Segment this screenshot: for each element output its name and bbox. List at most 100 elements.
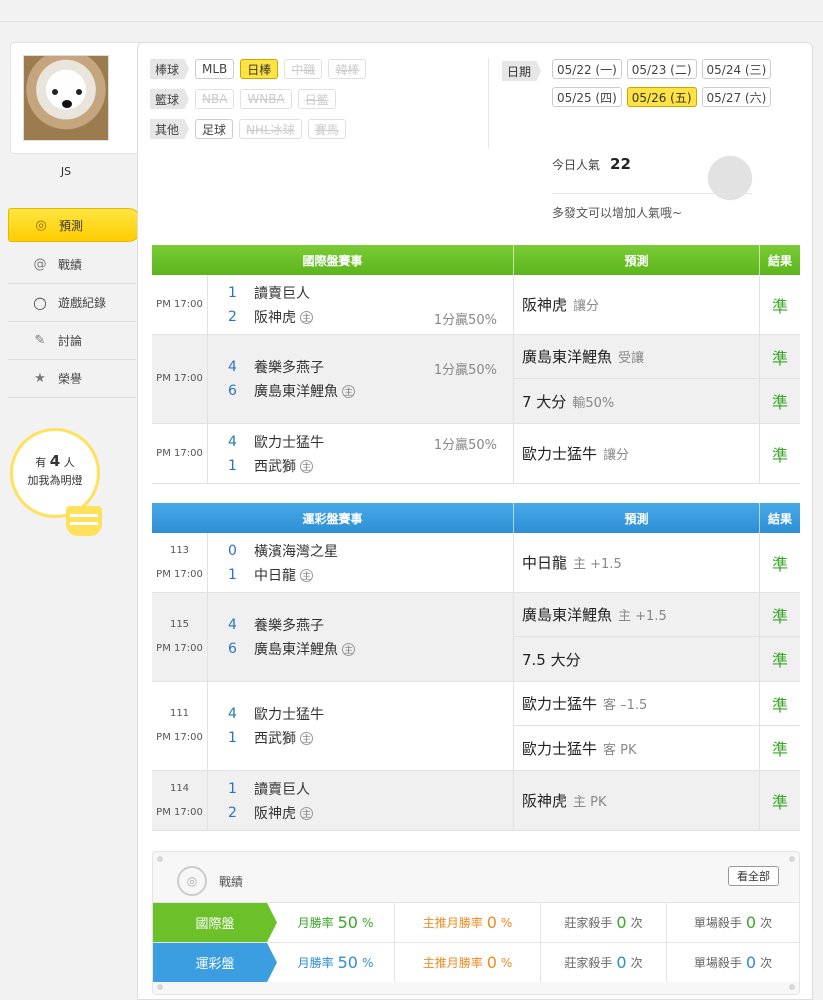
game-time: PM 17:00 [156, 568, 203, 580]
prediction: 歐力士猛牛客 PK [522, 739, 637, 758]
table-row[interactable]: 111 PM 17:00 4 歐力士猛牛 1 西武獅主 歐力士猛牛客 –1.5 歐力士… [152, 682, 800, 771]
home-badge: 主 [300, 731, 313, 745]
stats-panel: ◎ 戰績 看全部 國際盤 月勝率 50% 主推月勝率 0% 莊家殺手 0 次 單場殺手 0… [152, 851, 800, 995]
top-border [0, 0, 823, 22]
nav-item-game-log[interactable]: ○ 遊戲紀錄 [8, 284, 136, 322]
prediction: 廣島東洋鯉魚主 +1.5 [514, 593, 759, 637]
prediction-cell: 廣島東洋鯉魚 受讓 7 大分 輸50% [514, 335, 760, 423]
result-correct: 準 [760, 335, 800, 379]
game-time: PM 17:00 [152, 275, 208, 334]
date-button[interactable]: 05/27 (六) [701, 87, 772, 107]
team-away: 4 養樂多燕子 [228, 617, 324, 634]
team-away: 4 歐力士猛牛 [228, 706, 324, 723]
result-correct: 準 [760, 593, 800, 637]
prediction-cell: 阪神虎 讓分 [514, 275, 760, 334]
game-time: PM 17:00 [152, 335, 208, 423]
prediction-cell: 歐力士猛牛客 –1.5 歐力士猛牛客 PK [514, 682, 760, 770]
nav-item-honor[interactable]: ★ 榮譽 [8, 360, 136, 398]
date-button[interactable]: 05/25 (四) [552, 87, 622, 107]
filter-nhl: NHL冰球 [239, 119, 302, 139]
corner-dot [789, 856, 795, 862]
corner-dot [157, 856, 163, 862]
result-cell: 準 [760, 424, 800, 483]
header-pred: 預測 [514, 245, 760, 275]
table-row[interactable]: 113 PM 17:00 0 橫濱海灣之星 1 中日龍主 中日龍主 +1.5 準 [152, 533, 800, 593]
result-correct: 準 [771, 445, 788, 465]
avatar-eye [76, 89, 82, 95]
game-time-cell: 115 PM 17:00 [152, 593, 208, 681]
prediction: 歐力士猛牛客 –1.5 [514, 682, 759, 726]
filter-basketball: 籃球 NBA WNBA 日籃 [150, 89, 342, 109]
nav-item-discuss[interactable]: ✎ 討論 [8, 322, 136, 360]
game-time: PM 17:00 [156, 806, 203, 818]
date-button[interactable]: 05/24 (三) [701, 59, 772, 79]
filter-japan-basketball: 日籃 [297, 89, 336, 109]
team-away: 4 養樂多燕子 [228, 359, 324, 376]
filter-baseball: 棒球 MLB 日棒 中職 韓棒 [150, 59, 372, 79]
username: JS [60, 165, 72, 178]
stat-label: 運彩盤 [153, 943, 277, 982]
handicap-result: 1分贏50% [433, 363, 497, 378]
header-game: 運彩盤賽事 [152, 503, 514, 533]
spiral-icon: @ [33, 257, 47, 272]
view-all-button[interactable]: 看全部 [728, 866, 779, 886]
date-button[interactable]: 05/23 (二) [626, 59, 697, 79]
stat-row-intl: 國際盤 月勝率 50% 主推月勝率 0% 莊家殺手 0 次 單場殺手 0 次 [153, 902, 799, 942]
avatar-card [10, 42, 148, 154]
nav-label: 戰績 [58, 258, 83, 272]
filter-other: 其他 足球 NHL冰球 賽馬 [150, 119, 352, 139]
filter-mlb[interactable]: MLB [195, 59, 235, 79]
category-baseball: 棒球 [150, 59, 190, 79]
result-correct: 準 [771, 651, 788, 670]
game-time-cell: 113 PM 17:00 [152, 533, 208, 592]
side-nav: ◎ 預測 @ 戰績 ○ 遊戲紀錄 ✎ 討論 ★ 榮譽 [8, 208, 142, 398]
single-killer: 單場殺手 0 次 [693, 953, 773, 972]
filter-soccer[interactable]: 足球 [195, 119, 234, 139]
home-badge: 主 [300, 568, 313, 582]
result-correct: 準 [771, 296, 788, 316]
table-row[interactable]: PM 17:00 1 讀賣巨人 2 阪神虎主 1分贏50% 阪神虎 讓分 準 [152, 275, 800, 335]
game-time: PM 17:00 [156, 732, 203, 743]
game-number: 111 [169, 708, 190, 719]
date-button-selected[interactable]: 05/26 (五) [626, 87, 697, 107]
home-badge: 主 [300, 459, 313, 473]
result-cell: 準 [760, 771, 800, 830]
table-row[interactable]: 114 PM 17:00 1 讀賣巨人 2 阪神虎主 阪神虎主 PK 準 [152, 771, 800, 831]
game-time: PM 17:00 [152, 424, 208, 483]
nav-item-record[interactable]: @ 戰績 [8, 246, 136, 284]
table-header: 運彩盤賽事 預測 結果 [152, 503, 800, 533]
date-button[interactable]: 05/22 (一) [552, 59, 622, 79]
avatar[interactable] [23, 55, 109, 141]
intl-table: 國際盤賽事 預測 結果 PM 17:00 1 讀賣巨人 2 阪神虎主 1分贏50% … [152, 245, 800, 484]
banker-killer: 莊家殺手 0 次 [541, 903, 667, 942]
avatar-nose [62, 100, 72, 108]
table-row[interactable]: PM 17:00 4 歐力士猛牛 1 西武獅主 1分贏50% 歐力士猛牛 讓分 準 [152, 424, 800, 484]
handicap-result: 1分贏50% [433, 313, 497, 328]
team-away: 0 橫濱海灣之星 [228, 543, 338, 560]
game-time-cell: 114 PM 17:00 [152, 771, 208, 830]
teams-cell: 4 養樂多燕子 6 廣島東洋鯉魚主 1分贏50% [208, 335, 514, 423]
team-home: 2 阪神虎主 [228, 805, 313, 822]
home-badge: 主 [342, 384, 355, 398]
handicap-result: 1分贏50% [433, 438, 497, 453]
prediction-cell: 歐力士猛牛 讓分 [514, 424, 760, 483]
nav-item-predict[interactable]: ◎ 預測 [8, 208, 142, 242]
game-number: 114 [169, 782, 190, 794]
filter-japan-baseball[interactable]: 日棒 [240, 59, 279, 79]
team-home: 1 西武獅主 [228, 730, 313, 747]
home-badge: 主 [300, 806, 313, 820]
teams-cell: 1 讀賣巨人 2 阪神虎主 [208, 771, 514, 830]
monthly-win-rate: 月勝率 50% [277, 903, 395, 942]
table-row[interactable]: PM 17:00 4 養樂多燕子 6 廣島東洋鯉魚主 1分贏50% 廣島東洋鯉魚 受讓… [152, 335, 800, 424]
teams-cell: 0 橫濱海灣之星 1 中日龍主 [208, 533, 514, 592]
result-cell: 準 [760, 275, 800, 334]
result-correct: 準 [760, 682, 800, 726]
date-label: 日期 [502, 61, 542, 81]
target-icon: ◎ [177, 866, 207, 896]
main-panel: 棒球 MLB 日棒 中職 韓棒 籃球 NBA WNBA 日籃 其他 足球 NHL… [137, 42, 813, 1000]
stat-label: 國際盤 [153, 903, 277, 942]
result-correct: 準 [771, 554, 788, 574]
result-correct: 準 [771, 393, 788, 412]
table-row[interactable]: 115 PM 17:00 4 養樂多燕子 6 廣島東洋鯉魚主 廣島東洋鯉魚主 +1.5… [152, 593, 800, 682]
corner-dot [157, 984, 163, 990]
